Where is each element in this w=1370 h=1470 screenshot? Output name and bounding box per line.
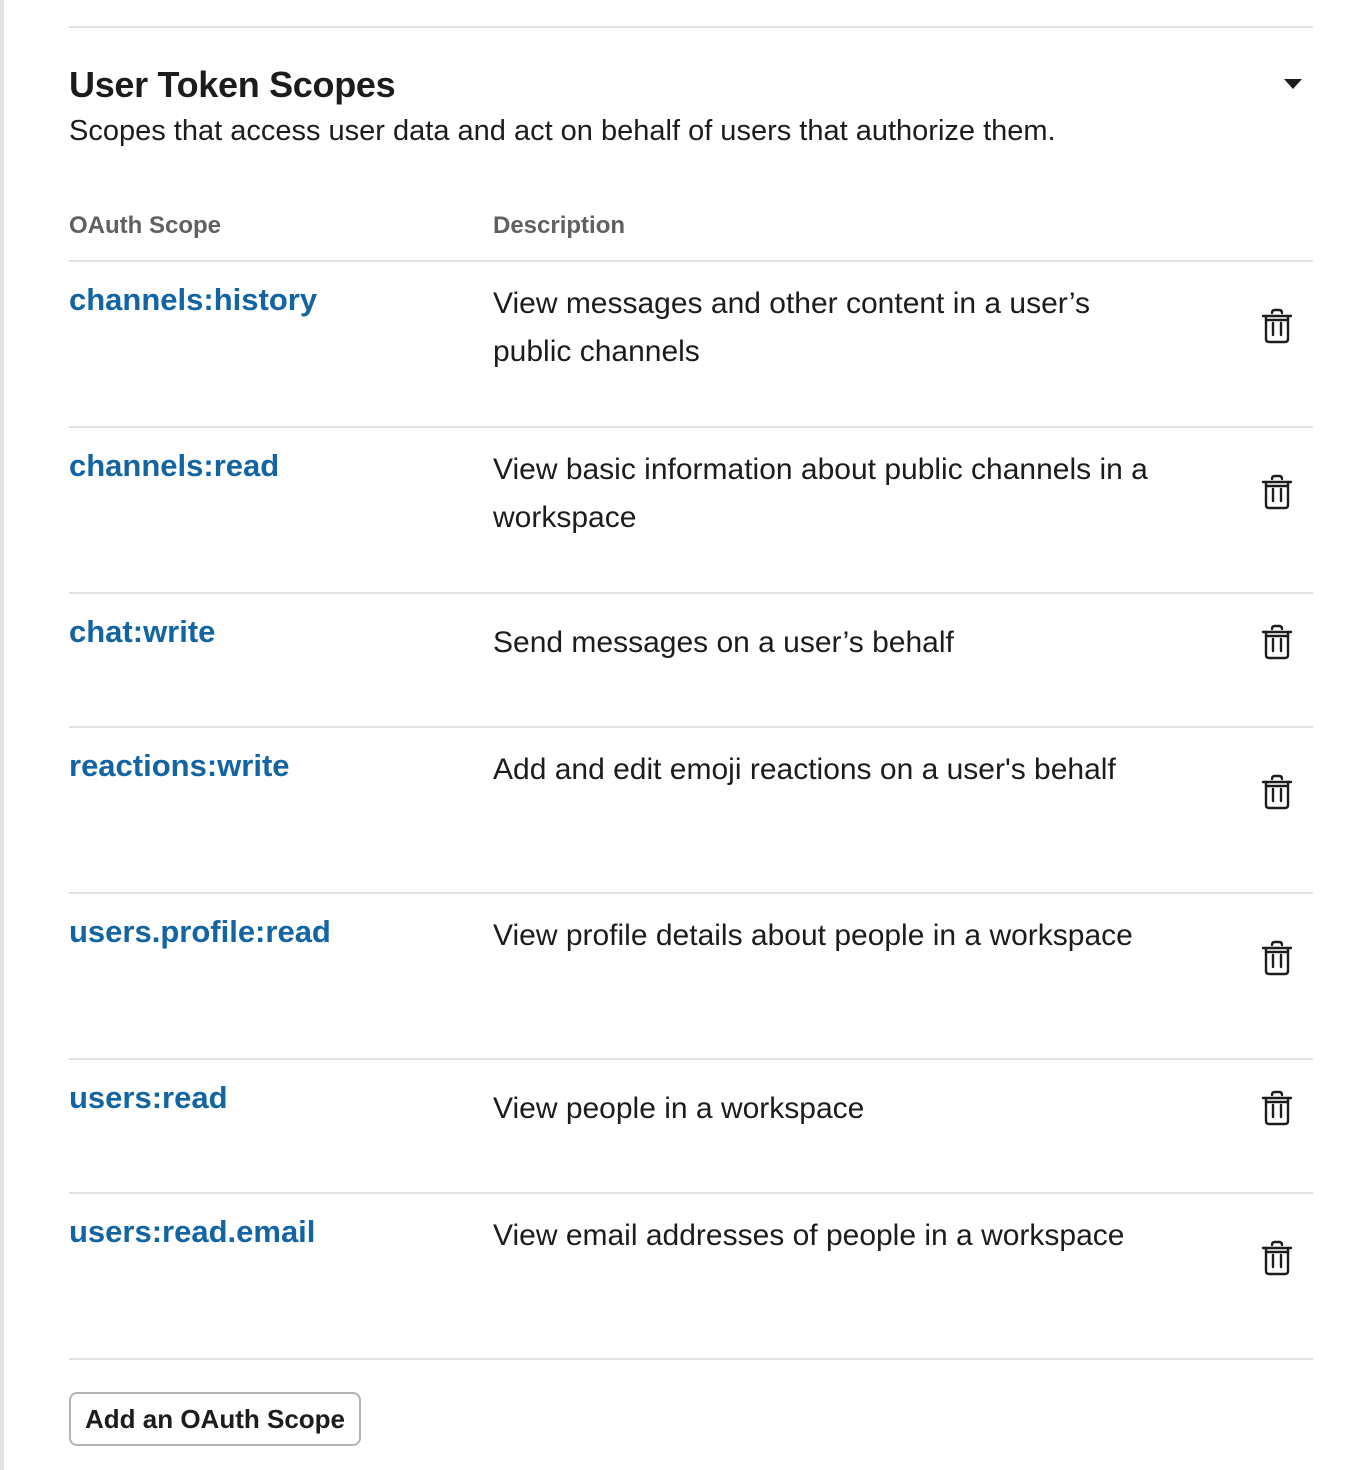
page: User Token Scopes Scopes that access use… (0, 0, 1370, 1470)
table-row: reactions:write Add and edit emoji react… (69, 728, 1313, 894)
table-row: channels:read View basic information abo… (69, 428, 1313, 594)
scope-link[interactable]: channels:history (69, 282, 317, 318)
section-subtitle: Scopes that access user data and act on … (69, 115, 1056, 147)
section-title: User Token Scopes (69, 64, 396, 105)
trash-icon[interactable] (1257, 306, 1297, 346)
trash-icon[interactable] (1257, 772, 1297, 812)
table-row: chat:write Send messages on a user’s beh… (69, 594, 1313, 728)
table-row: users:read View people in a workspace (69, 1060, 1313, 1194)
table-row: channels:history View messages and other… (69, 262, 1313, 428)
table-row: users:read.email View email addresses of… (69, 1194, 1313, 1360)
scope-description: View people in a workspace (493, 1092, 865, 1125)
table-row: users.profile:read View profile details … (69, 894, 1313, 1060)
scope-link[interactable]: users.profile:read (69, 914, 331, 950)
user-token-scopes-panel: User Token Scopes Scopes that access use… (69, 26, 1313, 1446)
scope-description: Add and edit emoji reactions on a user's… (493, 753, 1116, 786)
caret-down-icon[interactable] (1282, 76, 1304, 92)
scope-description: View profile details about people in a w… (493, 919, 1133, 952)
trash-icon[interactable] (1257, 1088, 1297, 1128)
top-divider (69, 26, 1313, 28)
trash-icon[interactable] (1257, 622, 1297, 662)
column-header-description: Description (493, 212, 626, 239)
scope-description: View email addresses of people in a work… (493, 1219, 1125, 1252)
column-header-oauth-scope: OAuth Scope (69, 212, 222, 239)
scope-link[interactable]: chat:write (69, 614, 215, 650)
scope-description: View basic information about public chan… (493, 453, 1148, 534)
scope-link[interactable]: users:read (69, 1080, 228, 1116)
scope-description: View messages and other content in a use… (493, 287, 1091, 368)
scope-description: Send messages on a user’s behalf (493, 626, 954, 659)
trash-icon[interactable] (1257, 1238, 1297, 1278)
table-header: OAuth Scope Description (69, 202, 1313, 262)
trash-icon[interactable] (1257, 938, 1297, 978)
trash-icon[interactable] (1257, 472, 1297, 512)
scope-link[interactable]: channels:read (69, 448, 279, 484)
left-border (0, 0, 4, 1470)
scope-link[interactable]: users:read.email (69, 1214, 315, 1250)
scopes-table: OAuth Scope Description channels:history… (69, 202, 1313, 1360)
scope-link[interactable]: reactions:write (69, 748, 290, 784)
add-oauth-scope-button[interactable]: Add an OAuth Scope (69, 1392, 361, 1446)
